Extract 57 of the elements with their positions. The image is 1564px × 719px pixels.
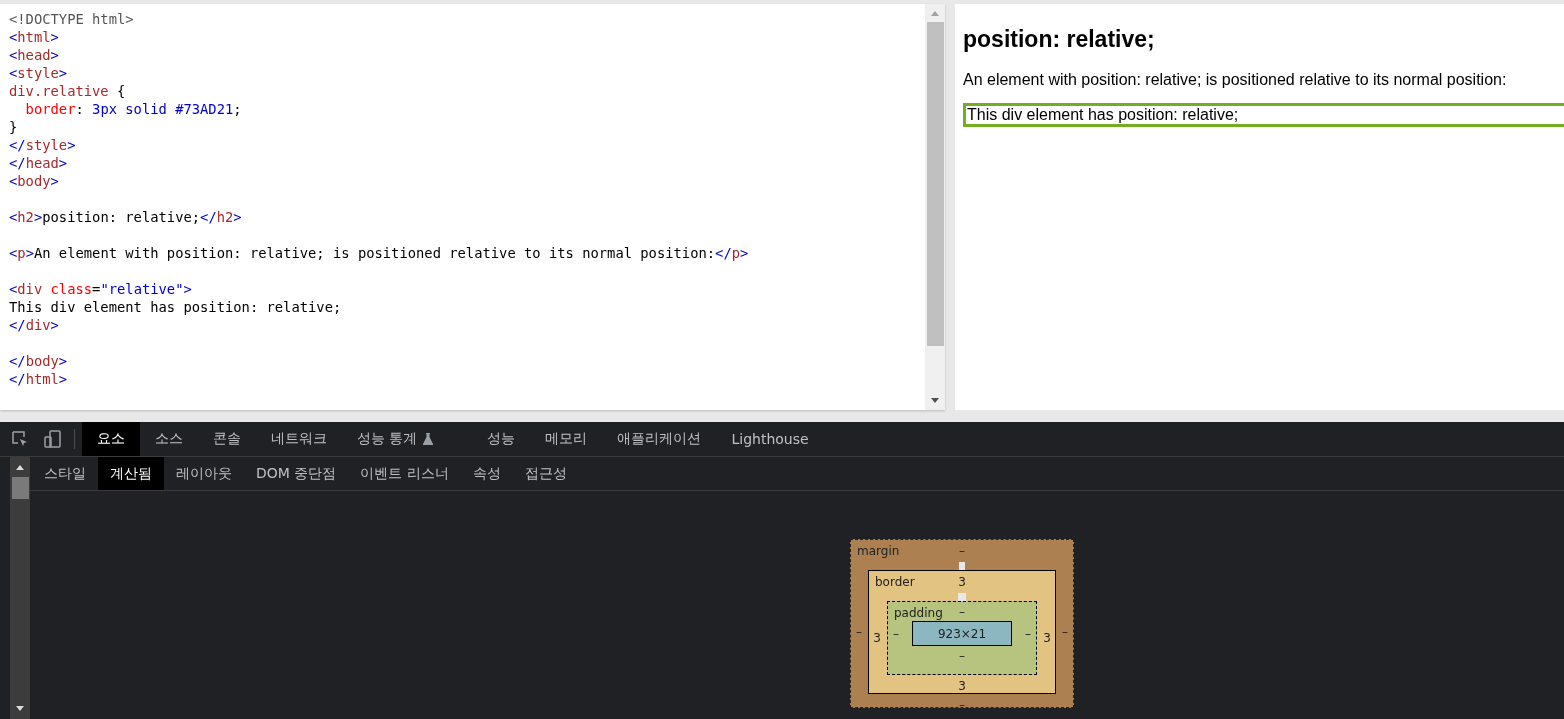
box-label: margin bbox=[857, 544, 900, 558]
devtools-tab[interactable]: 애플리케이션 bbox=[602, 422, 717, 456]
box-value: – bbox=[959, 604, 965, 621]
code-line: <p>An element with position: relative; is positioned relative to its normal position:</p> bbox=[9, 244, 749, 262]
box-value: 3 bbox=[872, 631, 882, 645]
pane-tab[interactable]: 스타일 bbox=[32, 457, 98, 490]
pane-tab[interactable]: 속성 bbox=[460, 457, 513, 490]
box-value: 3 bbox=[958, 678, 966, 695]
code-line: <style> bbox=[9, 64, 68, 82]
code-line: This div element has position: relative; bbox=[9, 298, 342, 316]
device-icon[interactable] bbox=[43, 429, 63, 449]
box-value: – bbox=[892, 626, 900, 641]
code-line: } bbox=[9, 118, 18, 136]
pane-tab[interactable]: 이벤트 리스너 bbox=[348, 457, 461, 490]
box-label: border bbox=[875, 575, 915, 589]
box-value: 3 bbox=[1042, 631, 1052, 645]
devtools-tab[interactable]: Lighthouse bbox=[716, 422, 824, 456]
box-value: – bbox=[959, 648, 965, 665]
content-box: 923×21 bbox=[912, 621, 1012, 646]
box-value: – bbox=[1024, 626, 1032, 641]
code-line: </style> bbox=[9, 136, 76, 154]
code-line: border: 3px solid #73AD21; bbox=[24, 100, 242, 118]
code-line: </html> bbox=[9, 370, 68, 388]
pane-tab[interactable]: 레이아웃 bbox=[164, 457, 244, 490]
scroll-up-icon[interactable] bbox=[15, 464, 25, 470]
bordered-div: This div element has position: relative; bbox=[963, 103, 1564, 127]
pane-tab[interactable]: DOM 중단점 bbox=[244, 457, 349, 490]
devtools-tab[interactable]: 성능 bbox=[472, 422, 531, 456]
scrollbar[interactable] bbox=[10, 457, 30, 719]
pane-tab[interactable]: 계산됨 bbox=[98, 457, 164, 490]
code-line: <!DOCTYPE html> bbox=[9, 10, 134, 28]
code-line: <head> bbox=[9, 46, 59, 64]
box-label: padding bbox=[894, 606, 943, 620]
code-line: </head> bbox=[9, 154, 68, 172]
box-value: – bbox=[855, 625, 863, 639]
devtools-tab[interactable]: 소스 bbox=[140, 422, 198, 456]
box-value: – bbox=[1061, 625, 1069, 639]
scroll-down-icon[interactable] bbox=[15, 706, 25, 712]
preview-paragraph: An element with position: relative; is positioned relative to its normal position: bbox=[963, 71, 1508, 89]
code-line: </body> bbox=[9, 352, 68, 370]
code-line: <html> bbox=[9, 28, 59, 46]
pane-tab[interactable]: 접근성 bbox=[512, 457, 579, 490]
scroll-thumb[interactable] bbox=[11, 477, 29, 499]
devtools-tab[interactable]: 콘솔 bbox=[198, 422, 256, 456]
devtools-tab[interactable]: 메모리 bbox=[530, 422, 603, 456]
preview-heading: position: relative; bbox=[963, 26, 1156, 53]
code-line: <h2>position: relative;</h2> bbox=[9, 208, 242, 226]
devtools-tab[interactable]: 성능 통계 bbox=[342, 422, 473, 456]
code-line: <div class="relative"> bbox=[9, 280, 192, 298]
box-value: – bbox=[959, 697, 965, 714]
devtools-tab[interactable]: 네트워크 bbox=[256, 422, 342, 456]
scroll-down-icon[interactable] bbox=[930, 398, 940, 404]
code-line: </div> bbox=[9, 316, 59, 334]
devtools-tab[interactable]: 요소 bbox=[82, 422, 140, 456]
scrollbar[interactable] bbox=[925, 4, 945, 410]
code-line: <body> bbox=[9, 172, 59, 190]
code-line: div.relative { bbox=[9, 82, 126, 100]
